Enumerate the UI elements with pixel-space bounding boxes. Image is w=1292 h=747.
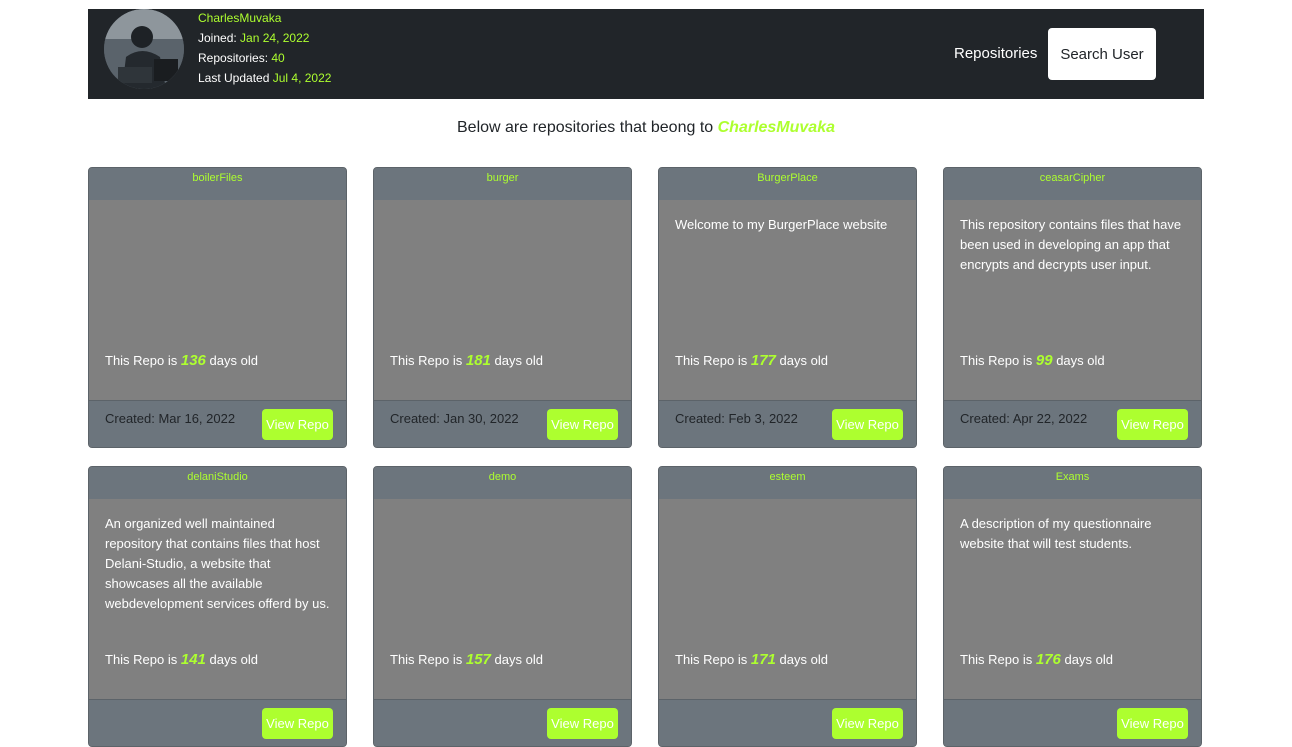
view-repo-button[interactable]: View Repo: [547, 708, 618, 739]
profile-joined: Joined: Jan 24, 2022: [198, 29, 331, 49]
repo-card-title: BurgerPlace: [659, 168, 916, 200]
last-updated-value: Jul 4, 2022: [272, 71, 332, 85]
repo-created-date: Created: Jan 30, 2022: [390, 411, 519, 426]
repositories-label: Repositories:: [198, 51, 269, 65]
profile-last-updated: Last Updated Jul 4, 2022: [198, 69, 331, 89]
repo-card-title: esteem: [659, 467, 916, 499]
repo-card-age: This Repo is 171 days old: [675, 651, 828, 668]
last-updated-label: Last Updated: [198, 71, 270, 85]
repo-card-description: A description of my questionnaire websit…: [960, 516, 1152, 551]
repo-card-title: burger: [374, 168, 631, 200]
view-repo-button[interactable]: View Repo: [262, 708, 333, 739]
repo-age-prefix: This Repo is: [390, 353, 463, 368]
repo-card-age: This Repo is 181 days old: [390, 352, 543, 369]
repo-card-age: This Repo is 177 days old: [675, 352, 828, 369]
avatar-photo-icon: [104, 9, 184, 89]
repo-card: boilerFiles This Repo is 136 days old Crea…: [88, 167, 347, 448]
repo-age-suffix: days old: [494, 652, 543, 667]
repo-age-suffix: days old: [1064, 652, 1113, 667]
profile-username: CharlesMuvaka: [198, 11, 282, 25]
repo-card-title: ceasarCipher: [944, 168, 1201, 200]
repo-card-footer: View Repo: [89, 699, 346, 746]
repo-age-days: 171: [750, 651, 776, 668]
repo-age-days: 181: [465, 352, 491, 369]
repo-card-footer: View Repo: [374, 699, 631, 746]
repo-card-title: demo: [374, 467, 631, 499]
intro-username: CharlesMuvaka: [717, 119, 835, 136]
repo-age-suffix: days old: [209, 353, 258, 368]
view-repo-button[interactable]: View Repo: [832, 708, 903, 739]
repo-age-prefix: This Repo is: [960, 353, 1033, 368]
repo-card: BurgerPlace Welcome to my BurgerPlace web…: [658, 167, 917, 448]
repo-created-date: Created: Feb 3, 2022: [675, 411, 798, 426]
repositories-count: 40: [271, 51, 285, 65]
view-repo-button[interactable]: View Repo: [1117, 409, 1188, 440]
avatar[interactable]: [104, 9, 184, 89]
intro-label: Below are repositories that beong to: [457, 119, 714, 136]
repo-card-description: Welcome to my BurgerPlace website: [675, 217, 888, 232]
repo-card-age: This Repo is 136 days old: [105, 352, 258, 369]
repo-age-days: 136: [180, 352, 206, 369]
joined-label: Joined:: [198, 31, 237, 45]
view-repo-button[interactable]: View Repo: [1117, 708, 1188, 739]
view-repo-button[interactable]: View Repo: [262, 409, 333, 440]
view-repo-button[interactable]: View Repo: [832, 409, 903, 440]
nav-repositories-link[interactable]: Repositories: [954, 45, 1037, 62]
repo-card-footer: Created: Feb 3, 2022 View Repo: [659, 400, 916, 447]
repo-card: esteem This Repo is 171 days old View Repo: [658, 466, 917, 747]
joined-value: Jan 24, 2022: [240, 31, 310, 45]
repo-created-date: Created: Mar 16, 2022: [105, 411, 236, 426]
repo-card-age: This Repo is 141 days old: [105, 651, 258, 668]
repo-card-age: This Repo is 176 days old: [960, 651, 1113, 668]
repo-age-prefix: This Repo is: [675, 652, 748, 667]
repo-card-footer: Created: Apr 22, 2022 View Repo: [944, 400, 1201, 447]
profile-info: CharlesMuvaka Joined: Jan 24, 2022 Repos…: [198, 9, 331, 89]
repo-card: Exams A description of my questionnaire w…: [943, 466, 1202, 747]
repo-card-title: boilerFiles: [89, 168, 346, 200]
repo-card-footer: View Repo: [944, 699, 1201, 746]
repo-age-suffix: days old: [209, 652, 258, 667]
repo-card-description: This repository contains files that have…: [960, 217, 1182, 272]
repo-created-date: Created: Apr 22, 2022: [960, 411, 1088, 426]
repo-age-days: 141: [180, 651, 206, 668]
repo-card: burger This Repo is 181 days old Created: …: [373, 167, 632, 448]
search-user-button[interactable]: Search User: [1048, 28, 1156, 80]
repo-age-prefix: This Repo is: [105, 652, 178, 667]
repo-card-description: An organized well maintained repository …: [105, 516, 330, 611]
repo-card-title: Exams: [944, 467, 1201, 499]
repo-age-days: 99: [1035, 352, 1053, 369]
repo-card-footer: Created: Mar 16, 2022 View Repo: [89, 400, 346, 447]
repo-age-suffix: days old: [494, 353, 543, 368]
repo-age-suffix: days old: [1056, 353, 1105, 368]
repo-age-days: 157: [465, 651, 491, 668]
repo-age-prefix: This Repo is: [675, 353, 748, 368]
intro-text: Below are repositories that beong to Cha…: [0, 119, 1292, 137]
repo-card: delaniStudio An organized well maintained…: [88, 466, 347, 747]
repo-card: ceasarCipher This repository contains fil…: [943, 167, 1202, 448]
repo-age-prefix: This Repo is: [105, 353, 178, 368]
navbar: CharlesMuvaka Joined: Jan 24, 2022 Repos…: [88, 9, 1204, 99]
repo-card-title: delaniStudio: [89, 467, 346, 499]
profile-repositories: Repositories: 40: [198, 49, 331, 69]
repo-age-suffix: days old: [779, 652, 828, 667]
repo-card-age: This Repo is 99 days old: [960, 352, 1105, 369]
repo-card-footer: Created: Jan 30, 2022 View Repo: [374, 400, 631, 447]
repo-age-days: 176: [1035, 651, 1061, 668]
repo-age-prefix: This Repo is: [390, 652, 463, 667]
repo-age-prefix: This Repo is: [960, 652, 1033, 667]
repo-age-suffix: days old: [779, 353, 828, 368]
repo-age-days: 177: [750, 352, 776, 369]
repo-card: demo This Repo is 157 days old View Repo: [373, 466, 632, 747]
repo-card-footer: View Repo: [659, 699, 916, 746]
view-repo-button[interactable]: View Repo: [547, 409, 618, 440]
repo-card-age: This Repo is 157 days old: [390, 651, 543, 668]
